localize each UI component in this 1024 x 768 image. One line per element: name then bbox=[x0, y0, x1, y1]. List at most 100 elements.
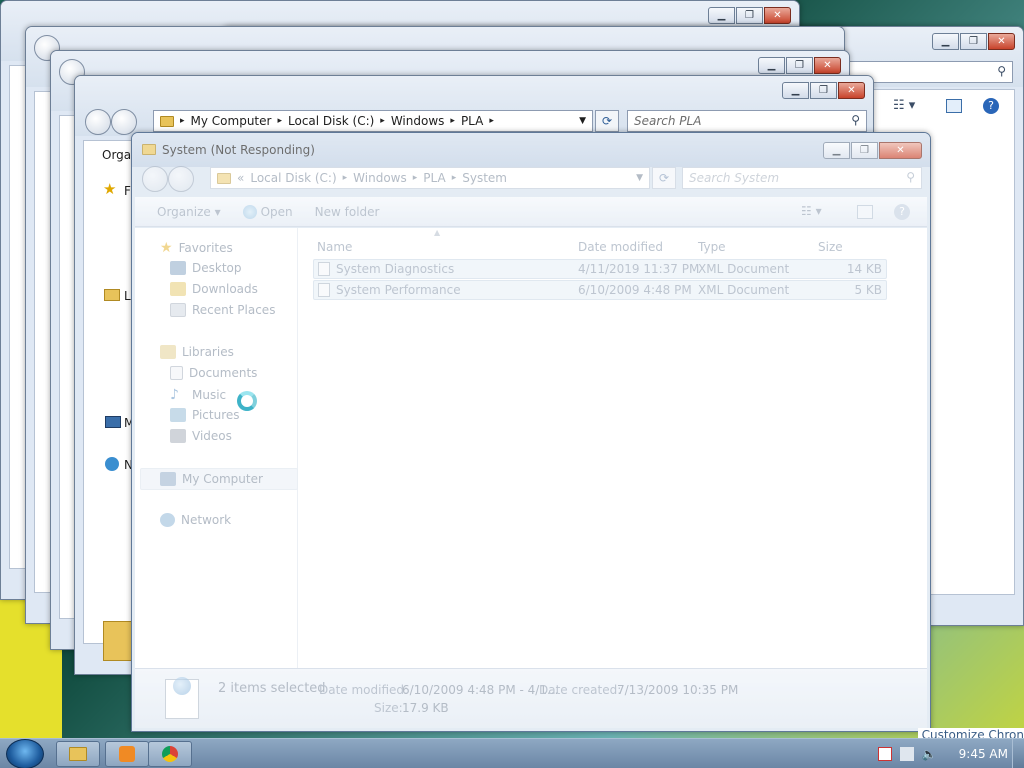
system-explorer-window[interactable]: System (Not Responding) ▁ ❐ ✕ « Local Di… bbox=[131, 132, 931, 732]
computer-icon bbox=[105, 416, 121, 428]
taskbar-media-player-button[interactable] bbox=[105, 741, 149, 767]
flag-icon[interactable] bbox=[877, 747, 892, 761]
close-button[interactable]: ✕ bbox=[764, 7, 791, 24]
refresh-button[interactable]: ⟳ bbox=[595, 110, 619, 132]
view-options-icon[interactable]: ☷ ▾ bbox=[893, 98, 915, 113]
nav-label: My Computer bbox=[182, 472, 263, 486]
file-name: System Diagnostics bbox=[336, 261, 455, 276]
back-button[interactable] bbox=[85, 109, 111, 135]
minimize-button[interactable]: ▁ bbox=[758, 57, 785, 74]
preview-pane-icon[interactable] bbox=[946, 99, 962, 113]
folder-icon bbox=[104, 289, 120, 301]
nav-videos[interactable]: Videos bbox=[170, 429, 232, 443]
close-button[interactable]: ✕ bbox=[879, 142, 922, 159]
globe-icon bbox=[173, 677, 191, 695]
volume-icon[interactable]: 🔈 bbox=[922, 747, 937, 761]
minimize-button[interactable]: ▁ bbox=[708, 7, 735, 24]
window-title: System (Not Responding) bbox=[162, 143, 315, 157]
close-button[interactable]: ✕ bbox=[838, 82, 865, 99]
minimize-button[interactable]: ▁ bbox=[782, 82, 809, 99]
nav-favorites[interactable]: ★ Favorites bbox=[160, 240, 233, 256]
breadcrumb-item[interactable]: PLA bbox=[423, 171, 445, 185]
maximize-button[interactable]: ❐ bbox=[786, 57, 813, 74]
nav-partial-favorites[interactable]: F bbox=[124, 184, 131, 198]
nav-label: Documents bbox=[189, 366, 258, 380]
column-size[interactable]: Size bbox=[818, 240, 843, 254]
preview-pane-icon[interactable] bbox=[857, 205, 873, 219]
help-icon[interactable]: ? bbox=[894, 204, 910, 220]
breadcrumb-item[interactable]: System bbox=[462, 171, 507, 185]
organize-button[interactable]: Organize ▾ bbox=[157, 205, 221, 219]
refresh-button[interactable]: ⟳ bbox=[652, 167, 676, 189]
nav-desktop[interactable]: Desktop bbox=[170, 261, 242, 275]
column-date-modified[interactable]: Date modified bbox=[578, 240, 663, 254]
clock[interactable]: 9:45 AM bbox=[959, 747, 1008, 761]
open-button[interactable]: Open bbox=[242, 204, 293, 219]
breadcrumb-item[interactable]: Local Disk (C:) bbox=[288, 114, 374, 128]
xml-file-icon bbox=[318, 262, 330, 277]
nav-my-computer[interactable]: My Computer bbox=[140, 468, 298, 490]
address-dropdown-icon[interactable]: ▼ bbox=[636, 173, 643, 183]
maximize-button[interactable]: ❐ bbox=[810, 82, 837, 99]
start-button[interactable] bbox=[6, 739, 44, 768]
folder-large-icon bbox=[103, 621, 133, 661]
details-pane: 2 items selected Date modified: 6/10/200… bbox=[135, 668, 927, 728]
nav-recent-places[interactable]: Recent Places bbox=[170, 303, 275, 317]
address-bar[interactable]: « Local Disk (C:) ▸ Windows ▸ PLA ▸ Syst… bbox=[210, 167, 650, 189]
search-box[interactable]: Search PLA ⚲ bbox=[627, 110, 867, 132]
nav-pictures[interactable]: Pictures bbox=[170, 408, 240, 422]
date-modified-value: 6/10/2009 4:48 PM - 4/1... bbox=[402, 683, 559, 697]
media-player-icon bbox=[119, 746, 135, 762]
forward-button[interactable] bbox=[168, 166, 194, 192]
breadcrumb-item[interactable]: PLA bbox=[461, 114, 483, 128]
file-row[interactable]: System Performance 6/10/2009 4:48 PM XML… bbox=[313, 280, 887, 300]
address-overflow-chevron[interactable]: « bbox=[237, 171, 244, 185]
forward-button[interactable] bbox=[111, 109, 137, 135]
address-dropdown-icon[interactable]: ▼ bbox=[579, 116, 586, 126]
caption-buttons: ▁ ❐ ✕ bbox=[932, 33, 1015, 50]
items-selected: 2 items selected bbox=[218, 681, 326, 696]
search-icon: ⚲ bbox=[997, 64, 1006, 78]
nav-label: Desktop bbox=[192, 261, 242, 275]
nav-downloads[interactable]: Downloads bbox=[170, 282, 258, 296]
nav-libraries[interactable]: Libraries bbox=[160, 345, 234, 359]
show-desktop-button[interactable] bbox=[1012, 739, 1024, 768]
breadcrumb-item[interactable]: Windows bbox=[391, 114, 445, 128]
nav-label: Pictures bbox=[192, 408, 240, 422]
loading-spinner-icon bbox=[237, 391, 257, 411]
open-icon bbox=[242, 204, 257, 219]
open-label: Open bbox=[260, 204, 293, 219]
size-label: Size: bbox=[374, 701, 403, 715]
breadcrumb-item[interactable]: Windows bbox=[353, 171, 407, 185]
file-list: ▲ Name Date modified Type Size System Di… bbox=[298, 228, 927, 668]
maximize-button[interactable]: ❐ bbox=[851, 142, 878, 159]
network-tray-icon[interactable] bbox=[899, 747, 914, 761]
search-placeholder: Search System bbox=[689, 171, 780, 185]
help-icon[interactable]: ? bbox=[983, 98, 999, 114]
column-name[interactable]: Name bbox=[317, 240, 352, 254]
taskbar-chrome-button[interactable] bbox=[148, 741, 192, 767]
nav-network[interactable]: Network bbox=[160, 513, 231, 527]
size-value: 17.9 KB bbox=[402, 701, 449, 715]
minimize-button[interactable]: ▁ bbox=[823, 142, 850, 159]
address-bar[interactable]: ▸ My Computer ▸ Local Disk (C:) ▸ Window… bbox=[153, 110, 593, 132]
back-button[interactable] bbox=[142, 166, 168, 192]
close-button[interactable]: ✕ bbox=[814, 57, 841, 74]
nav-partial-libraries[interactable]: L bbox=[124, 289, 131, 303]
breadcrumb-item[interactable]: My Computer bbox=[191, 114, 272, 128]
search-box[interactable]: Search System ⚲ bbox=[682, 167, 922, 189]
view-options-icon[interactable]: ☷ ▾ bbox=[801, 204, 822, 218]
maximize-button[interactable]: ❐ bbox=[960, 33, 987, 50]
column-type[interactable]: Type bbox=[698, 240, 726, 254]
maximize-button[interactable]: ❐ bbox=[736, 7, 763, 24]
nav-documents[interactable]: Documents bbox=[170, 366, 257, 380]
taskbar-explorer-button[interactable] bbox=[56, 741, 100, 767]
content-area: ★ Favorites Desktop Downloads Recent Pla… bbox=[135, 228, 927, 668]
nav-label: Libraries bbox=[182, 345, 234, 359]
new-folder-button[interactable]: New folder bbox=[315, 205, 380, 219]
close-button[interactable]: ✕ bbox=[988, 33, 1015, 50]
breadcrumb-item[interactable]: Local Disk (C:) bbox=[250, 171, 336, 185]
nav-music[interactable]: ♪ Music bbox=[170, 387, 226, 403]
minimize-button[interactable]: ▁ bbox=[932, 33, 959, 50]
file-row[interactable]: System Diagnostics 4/11/2019 11:37 PM XM… bbox=[313, 259, 887, 279]
